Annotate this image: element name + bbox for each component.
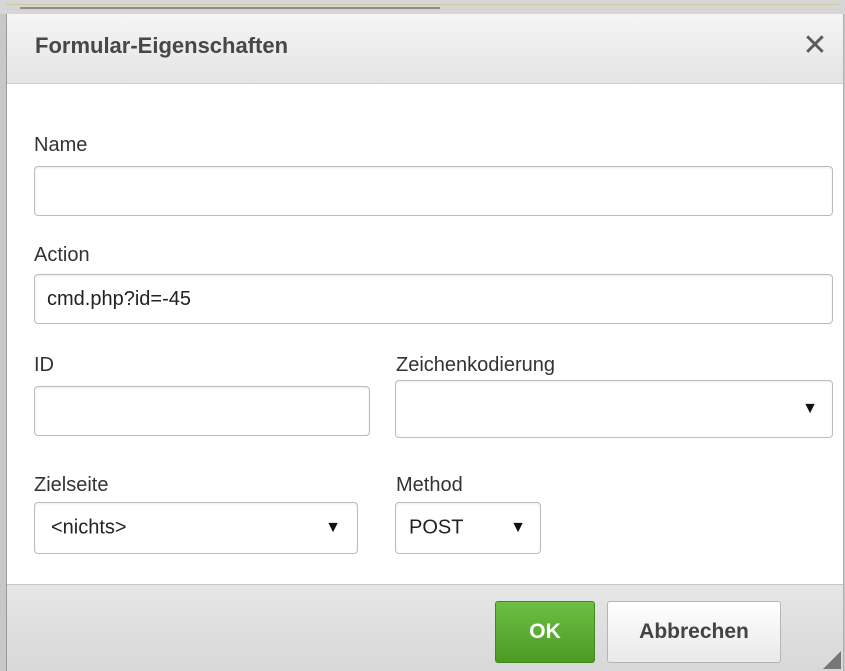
target-value: <nichts>	[51, 516, 127, 539]
ok-button[interactable]: OK	[495, 601, 595, 663]
method-value: POST	[409, 516, 464, 539]
background-window-strip	[0, 0, 845, 14]
chevron-down-icon: ▼	[325, 519, 341, 536]
encoding-select[interactable]: ▼	[395, 380, 833, 438]
close-icon[interactable]: ✕	[797, 28, 833, 64]
dialog-footer: OK Abbrechen	[7, 584, 843, 671]
encoding-label: Zeichenkodierung	[396, 354, 555, 376]
chevron-down-icon: ▼	[510, 519, 526, 536]
dialog-titlebar[interactable]: Formular-Eigenschaften ✕	[7, 14, 843, 84]
action-label: Action	[34, 244, 90, 266]
chevron-down-icon: ▼	[802, 400, 818, 417]
strip-line	[6, 9, 839, 10]
form-properties-dialog: Formular-Eigenschaften ✕ Name Action ID …	[6, 14, 844, 671]
id-input[interactable]	[34, 386, 370, 436]
strip-line	[6, 4, 839, 5]
name-label: Name	[34, 134, 88, 156]
target-label: Zielseite	[34, 474, 109, 496]
id-label: ID	[34, 354, 54, 376]
method-label: Method	[396, 474, 463, 496]
method-select[interactable]: POST ▼	[395, 502, 541, 554]
target-select[interactable]: <nichts> ▼	[34, 502, 358, 554]
action-input[interactable]	[34, 274, 833, 324]
name-input[interactable]	[34, 166, 833, 216]
cancel-button[interactable]: Abbrechen	[607, 601, 781, 663]
resize-grip-icon[interactable]	[823, 651, 841, 669]
dialog-title: Formular-Eigenschaften	[35, 33, 289, 58]
